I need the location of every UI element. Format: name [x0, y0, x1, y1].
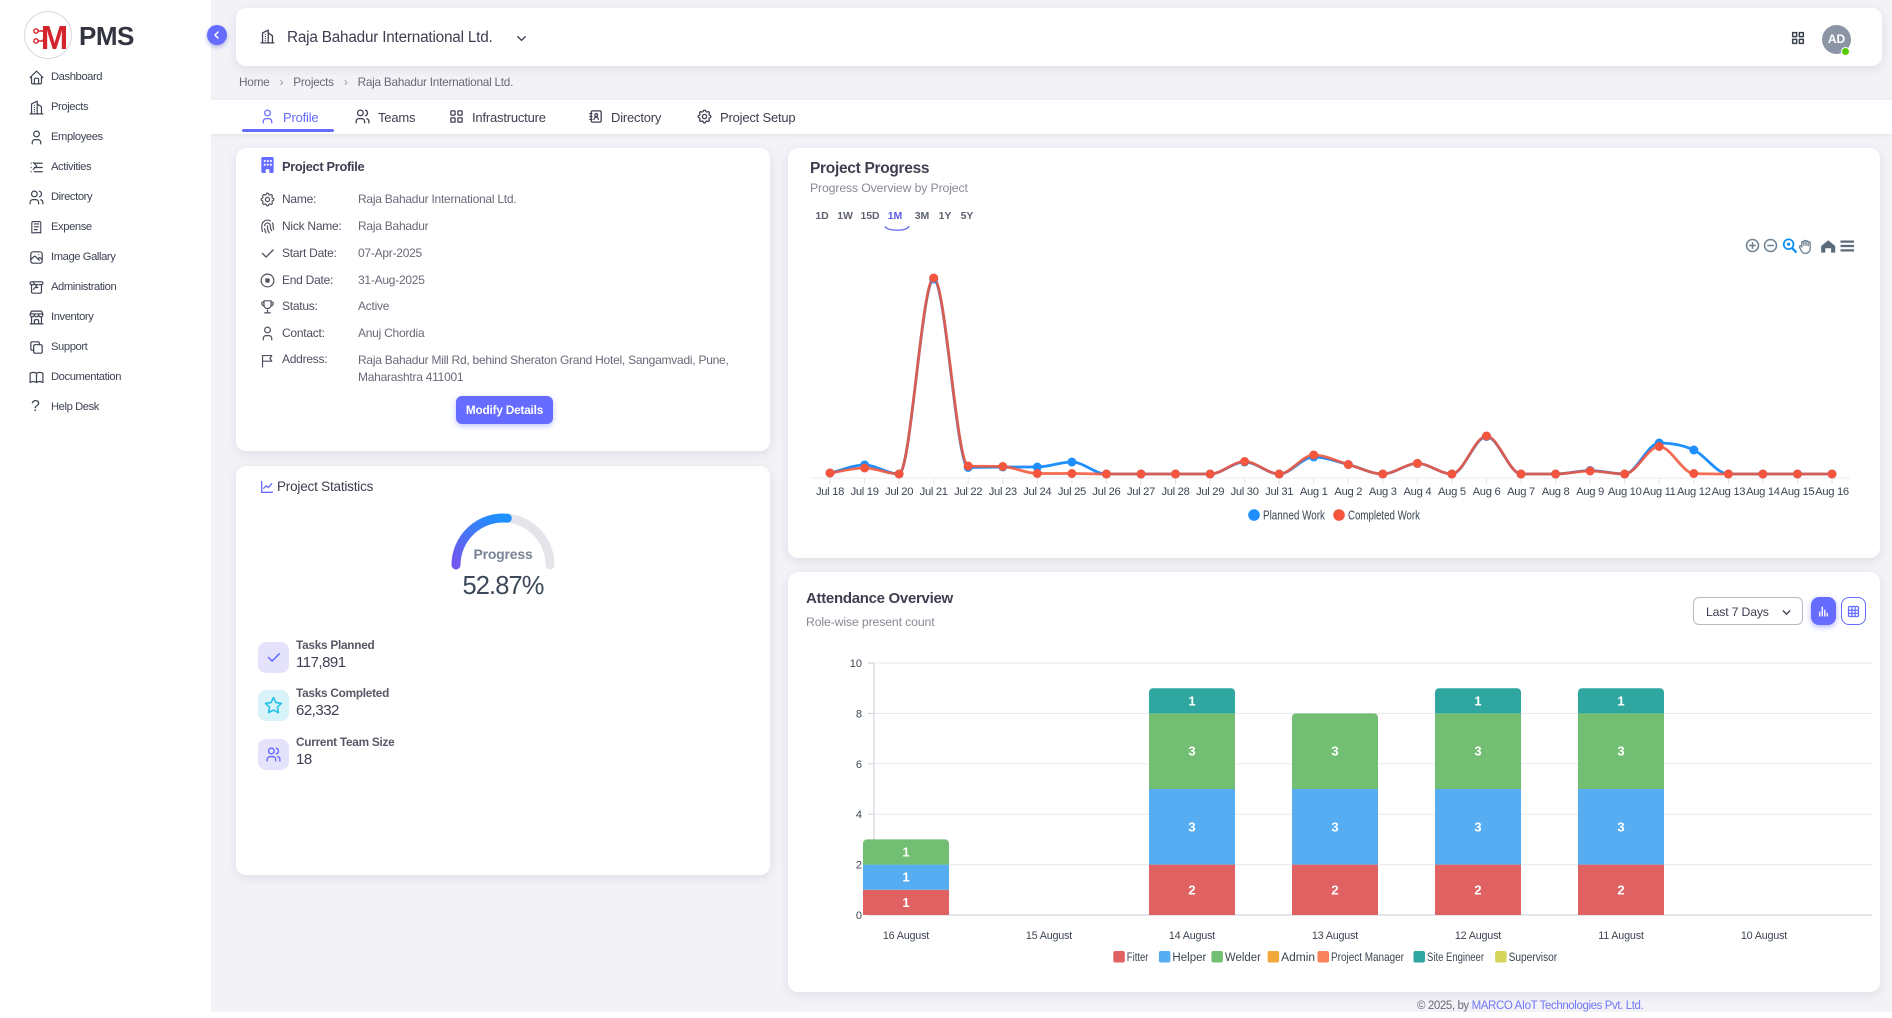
svg-text:1: 1: [902, 895, 909, 910]
svg-text:0: 0: [856, 910, 862, 922]
svg-text:Aug 16: Aug 16: [1815, 486, 1849, 498]
svg-text:Jul 30: Jul 30: [1231, 486, 1259, 498]
svg-text:2: 2: [1474, 882, 1481, 897]
svg-text:Fitter: Fitter: [1127, 950, 1149, 964]
svg-text:Jul 22: Jul 22: [954, 486, 982, 498]
svg-text:Aug 5: Aug 5: [1438, 486, 1466, 498]
svg-text:Aug 7: Aug 7: [1507, 486, 1535, 498]
svg-text:14 August: 14 August: [1169, 930, 1215, 942]
svg-text:Aug 4: Aug 4: [1404, 486, 1432, 498]
svg-text:6: 6: [856, 759, 862, 771]
svg-text:Jul 28: Jul 28: [1161, 486, 1189, 498]
svg-text:Aug 6: Aug 6: [1473, 486, 1501, 498]
svg-text:Jul 21: Jul 21: [920, 486, 948, 498]
svg-text:Aug 9: Aug 9: [1576, 486, 1604, 498]
svg-text:3: 3: [1188, 819, 1195, 834]
svg-text:Planned Work: Planned Work: [1263, 509, 1326, 523]
svg-text:3: 3: [1331, 744, 1338, 759]
svg-text:Aug 2: Aug 2: [1334, 486, 1362, 498]
svg-text:4: 4: [856, 809, 862, 821]
svg-text:3: 3: [1188, 744, 1195, 759]
svg-text:3: 3: [1617, 819, 1624, 834]
svg-text:15 August: 15 August: [1026, 930, 1072, 942]
svg-text:Admin: Admin: [1281, 950, 1315, 964]
svg-text:Aug 10: Aug 10: [1608, 486, 1642, 498]
svg-text:Supervisor: Supervisor: [1509, 950, 1558, 964]
svg-text:Jul 24: Jul 24: [1023, 486, 1051, 498]
svg-text:Jul 29: Jul 29: [1196, 486, 1224, 498]
svg-text:Aug 1: Aug 1: [1300, 486, 1328, 498]
svg-text:2: 2: [1617, 882, 1624, 897]
svg-text:Jul 25: Jul 25: [1058, 486, 1086, 498]
svg-text:1: 1: [902, 870, 909, 885]
svg-text:Completed Work: Completed Work: [1348, 509, 1421, 523]
svg-text:3: 3: [1474, 744, 1481, 759]
svg-text:3: 3: [1617, 744, 1624, 759]
svg-text:1: 1: [1474, 693, 1481, 708]
svg-text:Aug 14: Aug 14: [1746, 486, 1780, 498]
svg-text:1: 1: [1617, 693, 1624, 708]
svg-text:Aug 15: Aug 15: [1781, 486, 1815, 498]
svg-text:1: 1: [902, 845, 909, 860]
svg-text:2: 2: [1331, 882, 1338, 897]
svg-text:Site Engineer: Site Engineer: [1427, 950, 1484, 964]
svg-text:Aug 8: Aug 8: [1542, 486, 1570, 498]
svg-text:Jul 18: Jul 18: [816, 486, 844, 498]
svg-text:Aug 12: Aug 12: [1677, 486, 1711, 498]
svg-text:Jul 20: Jul 20: [885, 486, 913, 498]
svg-text:8: 8: [856, 708, 862, 720]
svg-text:Helper: Helper: [1172, 950, 1206, 964]
svg-text:Project Manager: Project Manager: [1331, 950, 1404, 964]
svg-text:2: 2: [1188, 882, 1195, 897]
svg-text:10 August: 10 August: [1741, 930, 1787, 942]
svg-text:10: 10: [850, 658, 862, 670]
svg-text:3: 3: [1474, 819, 1481, 834]
svg-text:Aug 13: Aug 13: [1712, 486, 1746, 498]
svg-text:3: 3: [1331, 819, 1338, 834]
svg-text:Welder: Welder: [1225, 950, 1261, 964]
svg-text:Aug 3: Aug 3: [1369, 486, 1397, 498]
svg-text:1: 1: [1188, 693, 1195, 708]
svg-text:Jul 26: Jul 26: [1092, 486, 1120, 498]
svg-text:13 August: 13 August: [1312, 930, 1358, 942]
svg-text:12 August: 12 August: [1455, 930, 1501, 942]
svg-text:Jul 19: Jul 19: [851, 486, 879, 498]
svg-text:M: M: [41, 19, 67, 56]
svg-text:16 August: 16 August: [883, 930, 929, 942]
svg-text:Jul 31: Jul 31: [1265, 486, 1293, 498]
svg-text:Aug 11: Aug 11: [1643, 486, 1676, 498]
svg-text:2: 2: [856, 860, 862, 872]
svg-text:Jul 27: Jul 27: [1127, 486, 1155, 498]
svg-text:Jul 23: Jul 23: [989, 486, 1017, 498]
svg-text:11 August: 11 August: [1598, 930, 1644, 942]
